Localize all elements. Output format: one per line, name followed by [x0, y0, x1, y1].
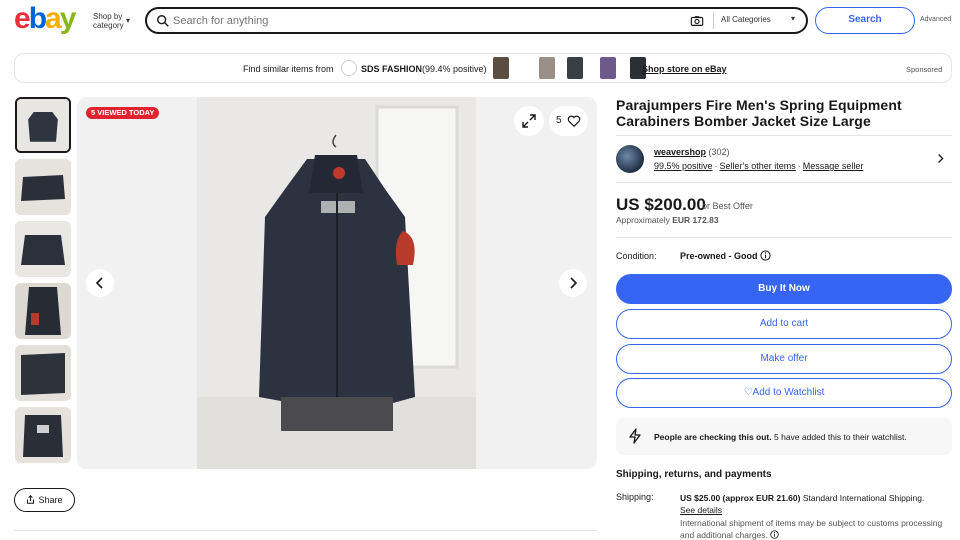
watchers-bold: People are checking this out.: [654, 432, 772, 442]
category-select[interactable]: All Categories: [721, 15, 771, 24]
search-button[interactable]: Search: [815, 7, 915, 34]
store-logo[interactable]: [341, 60, 357, 76]
make-offer-button[interactable]: Make offer: [616, 344, 952, 374]
watch-count: 5: [556, 115, 562, 126]
thumbnail[interactable]: [15, 97, 71, 153]
store-item-thumbnail[interactable]: [567, 57, 583, 79]
watchers-info-box: People are checking this out. 5 have add…: [616, 418, 952, 455]
logo-letter: a: [45, 2, 62, 35]
seller-info: weavershop (302): [654, 147, 730, 157]
watchers-text: People are checking this out. 5 have add…: [654, 432, 907, 442]
header: ebay Shop by category ▾ All Categories ▾…: [0, 0, 960, 44]
chevron-right-icon[interactable]: [937, 153, 945, 164]
share-label: Share: [38, 495, 63, 505]
lightning-icon: [629, 428, 641, 444]
shipping-method: Standard International Shipping.: [802, 493, 925, 503]
message-seller-link[interactable]: Message seller: [803, 161, 864, 171]
thumbnail[interactable]: [15, 345, 71, 401]
previous-image-button[interactable]: [86, 269, 114, 297]
main-image-viewer: 5 VIEWED TODAY 5: [77, 97, 597, 469]
divider: [14, 530, 597, 531]
expand-image-button[interactable]: [514, 106, 544, 136]
store-feedback: (99.4% positive): [422, 64, 487, 74]
buy-it-now-button[interactable]: Buy It Now: [616, 274, 952, 304]
info-icon[interactable]: [770, 530, 779, 539]
watchers-rest: 5 have added this to their watchlist.: [774, 432, 907, 442]
divider: [616, 237, 952, 238]
shipping-label: Shipping:: [616, 492, 654, 502]
store-item-thumbnail[interactable]: [493, 57, 509, 79]
shop-store-link[interactable]: Shop store on eBay: [642, 64, 727, 74]
approximate-price: Approximately EUR 172.83: [616, 215, 719, 225]
condition-label: Condition:: [616, 251, 657, 261]
chevron-down-icon[interactable]: ▾: [791, 14, 795, 23]
chevron-right-icon: [570, 277, 578, 289]
seller-other-items-link[interactable]: Seller's other items: [720, 161, 796, 171]
shipping-note-text: International shipment of items may be s…: [680, 518, 943, 540]
advanced-search-link[interactable]: Advanced: [920, 16, 951, 23]
shop-by-category-button[interactable]: Shop by category: [93, 12, 124, 30]
condition-value: Pre-owned - Good: [680, 251, 758, 261]
store-item-thumbnail[interactable]: [600, 57, 616, 79]
store-name[interactable]: SDS FASHION: [361, 64, 422, 74]
thumbnail-strip: [14, 97, 72, 469]
seller-avatar[interactable]: [616, 145, 644, 173]
search-bar: All Categories ▾: [145, 7, 808, 34]
product-photo[interactable]: [197, 97, 476, 469]
thumbnail[interactable]: [15, 159, 71, 215]
store-item-thumbnail[interactable]: [539, 57, 555, 79]
approx-prefix: Approximately: [616, 215, 670, 225]
thumbnail[interactable]: [15, 407, 71, 463]
divider: [616, 182, 952, 183]
share-icon: [27, 495, 35, 504]
search-icon: [157, 15, 169, 27]
shipping-value: US $25.00 (approx EUR 21.60) Standard In…: [680, 492, 952, 516]
best-offer-label: or Best Offer: [702, 201, 753, 211]
thumbnail[interactable]: [15, 221, 71, 277]
price: US $200.00: [616, 195, 706, 214]
add-to-cart-button[interactable]: Add to cart: [616, 309, 952, 339]
add-to-watchlist-button[interactable]: ♡Add to Watchlist: [616, 378, 952, 408]
seller-name-link[interactable]: weavershop: [654, 147, 706, 157]
thumbnail[interactable]: [15, 283, 71, 339]
watch-button[interactable]: 5: [549, 106, 588, 136]
listing-title: Parajumpers Fire Men's Spring Equipment …: [616, 97, 902, 129]
add-to-watchlist-label: Add to Watchlist: [752, 387, 825, 398]
shop-by-label: Shop by: [93, 12, 123, 21]
expand-icon: [522, 114, 536, 128]
chevron-down-icon[interactable]: ▾: [126, 16, 130, 25]
see-details-link[interactable]: See details: [680, 505, 722, 515]
find-similar-text: Find similar items from: [243, 64, 334, 74]
shipping-note: International shipment of items may be s…: [680, 517, 952, 540]
next-image-button[interactable]: [559, 269, 587, 297]
heart-icon: [567, 115, 581, 128]
ebay-logo[interactable]: ebay: [14, 2, 77, 35]
logo-letter: y: [59, 2, 77, 35]
sponsored-label: Sponsored: [906, 65, 943, 74]
divider: [616, 135, 952, 136]
viewed-today-badge: 5 VIEWED TODAY: [86, 107, 160, 119]
search-divider: [713, 12, 714, 29]
camera-icon[interactable]: [690, 14, 704, 28]
share-button[interactable]: Share: [14, 488, 75, 512]
shipping-cost: US $25.00 (approx EUR 21.60): [680, 493, 801, 503]
category-label: category: [93, 21, 124, 30]
seller-feedback-count: (302): [708, 147, 730, 157]
seller-positive-link[interactable]: 99.5% positive: [654, 161, 713, 171]
approx-value: EUR 172.83: [672, 215, 719, 225]
seller-links: 99.5% positive · Seller's other items · Mess…: [654, 161, 864, 171]
chevron-left-icon: [95, 277, 103, 289]
search-input[interactable]: [173, 12, 673, 30]
info-icon[interactable]: [760, 250, 771, 261]
shipping-heading: Shipping, returns, and payments: [616, 469, 772, 480]
logo-letter: e: [14, 2, 31, 35]
heart-icon: ♡: [743, 387, 753, 398]
logo-letter: b: [28, 2, 47, 35]
sponsored-store-banner: Find similar items from SDS FASHION (99.…: [14, 53, 952, 83]
